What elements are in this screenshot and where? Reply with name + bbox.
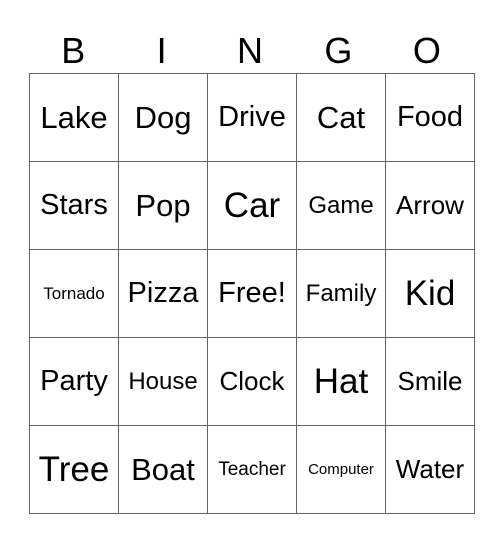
bingo-cell: Party bbox=[29, 337, 119, 426]
bingo-cell: Computer bbox=[296, 425, 386, 514]
bingo-cell: Kid bbox=[385, 249, 475, 338]
bingo-cell: Tree bbox=[29, 425, 119, 514]
bingo-cell: Smile bbox=[385, 337, 475, 426]
bingo-cell: Family bbox=[296, 249, 386, 338]
table-row: Lake Dog Drive Cat Food bbox=[29, 73, 475, 162]
bingo-card-grid: Lake Dog Drive Cat Food Stars Pop Car Ga… bbox=[29, 73, 475, 514]
bingo-cell: Pizza bbox=[118, 249, 208, 338]
bingo-header: B I N G O bbox=[29, 28, 471, 73]
bingo-cell: Water bbox=[385, 425, 475, 514]
bingo-cell: Stars bbox=[29, 161, 119, 250]
bingo-cell: Food bbox=[385, 73, 475, 162]
header-letter-b: B bbox=[61, 30, 86, 71]
bingo-cell: Game bbox=[296, 161, 386, 250]
table-row: Tornado Pizza Free! Family Kid bbox=[29, 249, 475, 338]
bingo-cell: Clock bbox=[207, 337, 297, 426]
bingo-cell: House bbox=[118, 337, 208, 426]
bingo-cell: Car bbox=[207, 161, 297, 250]
bingo-cell: Dog bbox=[118, 73, 208, 162]
bingo-cell: Hat bbox=[296, 337, 386, 426]
table-row: Stars Pop Car Game Arrow bbox=[29, 161, 475, 250]
bingo-cell: Teacher bbox=[207, 425, 297, 514]
free-space-cell: Free! bbox=[207, 249, 297, 338]
header-letter-n: N bbox=[237, 30, 264, 71]
bingo-cell: Pop bbox=[118, 161, 208, 250]
bingo-cell: Arrow bbox=[385, 161, 475, 250]
bingo-cell: Cat bbox=[296, 73, 386, 162]
table-row: Tree Boat Teacher Computer Water bbox=[29, 425, 475, 514]
header-letter-g: G bbox=[324, 30, 353, 71]
bingo-cell: Drive bbox=[207, 73, 297, 162]
header-letter-i: I bbox=[156, 30, 167, 71]
header-letter-o: O bbox=[412, 30, 441, 71]
bingo-cell: Tornado bbox=[29, 249, 119, 338]
bingo-cell: Boat bbox=[118, 425, 208, 514]
bingo-cell: Lake bbox=[29, 73, 119, 162]
table-row: Party House Clock Hat Smile bbox=[29, 337, 475, 426]
